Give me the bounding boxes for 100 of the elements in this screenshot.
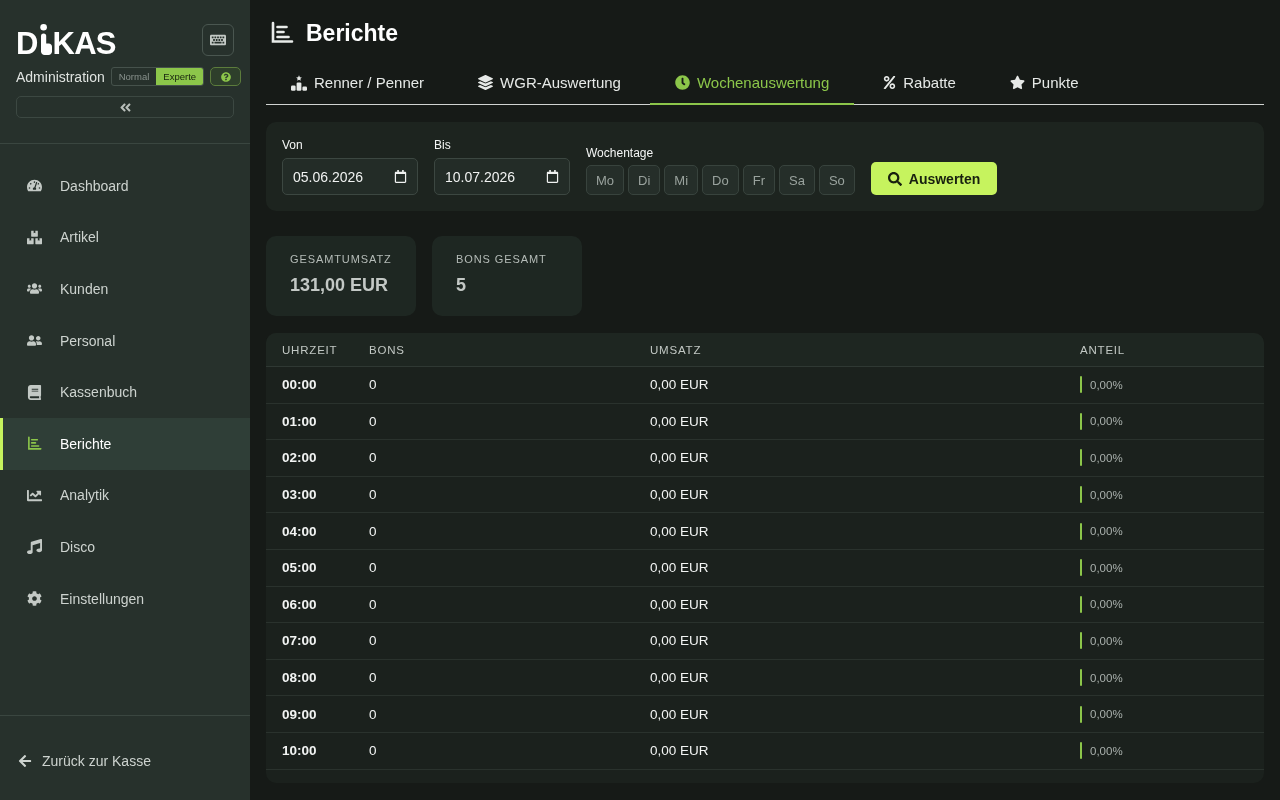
nav-item[interactable]: Artikel xyxy=(0,211,250,264)
clock-icon xyxy=(674,75,690,90)
table-cell-text: 0,00 EUR xyxy=(649,560,710,576)
double-chevron-left-icon xyxy=(118,100,132,114)
table-cell-text: 0,00 EUR xyxy=(649,596,710,612)
table-cell-text: 0,00 EUR xyxy=(649,523,710,539)
weekday-toggle[interactable]: So xyxy=(818,165,855,195)
nav-item[interactable]: Dashboard xyxy=(0,160,250,212)
table-cell-text: 0 xyxy=(368,487,378,503)
field-label: Bis xyxy=(434,138,452,152)
nav-item[interactable]: Personal xyxy=(0,314,250,367)
date-field[interactable]: 05.06.2026 xyxy=(282,158,418,195)
date-field[interactable]: 10.07.2026 xyxy=(434,158,570,195)
search-icon xyxy=(887,171,902,186)
sidebar-subtitle: Administration xyxy=(16,68,105,85)
share-marker-icon xyxy=(1080,376,1082,394)
table-cell-text: 0 xyxy=(368,633,378,649)
table-cell-text: 0,00 EUR xyxy=(649,413,710,429)
back-link[interactable]: Zurück zur Kasse xyxy=(18,753,151,769)
tab[interactable]: WGR-Auswertung xyxy=(453,62,646,105)
table-cell: 0,00% xyxy=(1090,415,1123,428)
nav-item[interactable]: Analytik xyxy=(0,469,250,522)
table-cell-text: 0,00 EUR xyxy=(649,633,710,649)
percent-icon xyxy=(883,76,897,89)
keyboard-button[interactable] xyxy=(202,24,234,56)
star-icon xyxy=(1009,75,1025,90)
column-header: UMSATZ xyxy=(649,343,703,356)
nav-item[interactable]: Berichte xyxy=(0,417,250,470)
tab[interactable]: Renner / Penner xyxy=(266,62,450,105)
table-cell-text: 06:00 xyxy=(281,596,318,612)
table-cell-text: 00:00 xyxy=(281,377,318,393)
table-cell-text: 05:00 xyxy=(281,560,318,576)
weekday-toggle[interactable]: Di xyxy=(628,165,661,195)
table-cell: 0,00% xyxy=(1090,598,1123,611)
column-header: BONS xyxy=(368,343,406,356)
settings-icon xyxy=(26,591,42,607)
weekday-toggle[interactable]: Sa xyxy=(778,165,815,195)
stat-value: 5 xyxy=(456,275,467,296)
share-marker-icon xyxy=(1080,742,1082,760)
table-cell-text: 0 xyxy=(368,670,378,686)
table-cell-text: 0,00 EUR xyxy=(649,487,710,503)
table-cell-text: 0 xyxy=(368,596,378,612)
table-cell-text: 0 xyxy=(368,377,378,393)
layers-icon xyxy=(478,75,494,90)
table-cell-text: 02:00 xyxy=(281,450,318,466)
podium-icon xyxy=(291,74,307,91)
gauge-icon xyxy=(26,178,42,194)
stat-value: 131,00 EUR xyxy=(290,275,390,296)
boxes-icon xyxy=(26,229,42,245)
table-cell: 0,00% xyxy=(1090,634,1123,647)
nav-item[interactable]: Kassenbuch xyxy=(0,366,250,418)
stat-label: GESAMTUMSATZ xyxy=(290,253,393,265)
table-cell: 0,00% xyxy=(1090,488,1123,501)
group-icon xyxy=(26,281,42,297)
calendar-icon xyxy=(546,170,559,183)
tab[interactable]: Punkte xyxy=(984,62,1104,105)
calendar-icon xyxy=(394,170,407,183)
share-marker-icon xyxy=(1080,522,1082,540)
arrow-left-icon xyxy=(18,754,32,768)
field-label: Von xyxy=(282,138,304,152)
weekday-toggle[interactable]: Fr xyxy=(742,165,775,195)
table-cell-text: 0 xyxy=(368,523,378,539)
finger-logo-icon xyxy=(38,24,52,55)
table-cell-text: 0,00 EUR xyxy=(649,706,710,722)
keyboard-icon xyxy=(210,32,226,48)
nav-item[interactable]: Kunden xyxy=(0,263,250,315)
help-button[interactable] xyxy=(210,67,242,86)
logo-text: KAS xyxy=(52,32,116,56)
table-cell-text: 09:00 xyxy=(281,706,318,722)
weekday-toggle[interactable]: Mi xyxy=(664,165,699,195)
tab[interactable]: Rabatte xyxy=(858,62,981,105)
table-cell-text: 03:00 xyxy=(281,487,318,503)
logo-text: D xyxy=(16,32,38,56)
table-cell: 0,00% xyxy=(1090,744,1123,757)
weekday-toggle[interactable]: Do xyxy=(702,165,739,195)
share-marker-icon xyxy=(1080,486,1082,504)
share-marker-icon xyxy=(1080,669,1082,687)
evaluate-button[interactable]: Auswerten xyxy=(870,162,998,195)
mode-option[interactable]: Experte xyxy=(156,68,204,85)
weekday-toggle[interactable]: Mo xyxy=(586,165,625,195)
column-header: ANTEIL xyxy=(1079,343,1127,356)
help-icon xyxy=(220,71,231,82)
table-cell: 0,00% xyxy=(1090,671,1123,684)
table-cell-text: 0,00 EUR xyxy=(649,743,710,759)
column-header: UHRZEIT xyxy=(281,343,339,356)
share-marker-icon xyxy=(1080,412,1082,430)
table-cell-text: 0 xyxy=(368,413,378,429)
tab[interactable]: Wochenauswertung xyxy=(649,62,855,105)
book-icon xyxy=(26,384,42,400)
table-cell-text: 0 xyxy=(368,743,378,759)
table-cell: 0,00% xyxy=(1090,378,1123,391)
nav-item[interactable]: Disco xyxy=(0,521,250,573)
nav-item[interactable]: Einstellungen xyxy=(0,572,250,625)
table-cell-text: 0 xyxy=(368,450,378,466)
mode-option[interactable]: Normal xyxy=(111,68,157,85)
table-cell-text: 08:00 xyxy=(281,670,318,686)
table-cell: 0,00% xyxy=(1090,561,1123,574)
share-marker-icon xyxy=(1080,632,1082,650)
table-cell-text: 04:00 xyxy=(281,523,318,539)
bar-chart-icon xyxy=(270,21,294,45)
